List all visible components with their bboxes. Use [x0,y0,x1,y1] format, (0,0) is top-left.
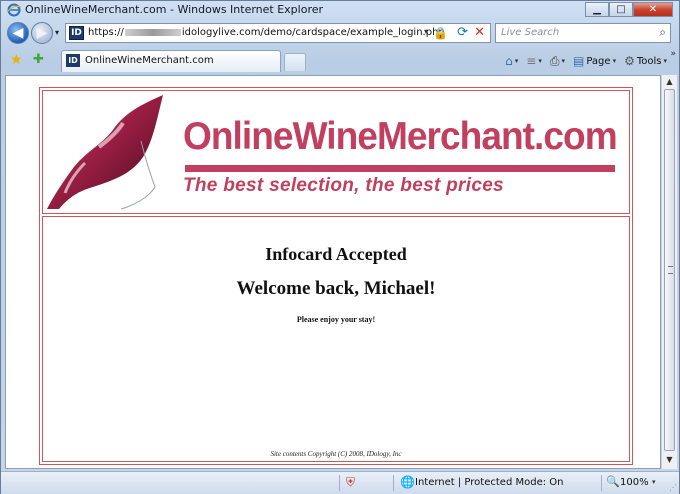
address-bar[interactable]: ID https:// idologylive.com/demo/cardspac… [65,23,491,43]
page-icon: ▤ [573,54,585,68]
wine-glass-logo-icon [47,95,163,210]
brand-underline [185,165,615,172]
copyright-text: Site contents Copyright (C) 2008, IDolog… [270,450,402,458]
lock-icon[interactable]: 🔒 [433,26,448,40]
close-button[interactable]: ✕ [633,2,673,17]
navigation-bar: ◀ ▶ ▾ ID https:// idologylive.com/demo/ca… [1,21,679,47]
scroll-down-icon[interactable]: ▼ [664,455,675,467]
gear-icon: ⚙ [624,54,635,68]
feeds-button[interactable]: ≡ ▾ [524,54,544,68]
recent-pages-dropdown-icon[interactable]: ▾ [55,28,59,37]
new-tab-button[interactable] [284,53,306,71]
search-input[interactable]: Live Search [501,27,559,38]
status-bar: ⛨ 🌐 Internet | Protected Mode: On 🔍 100%… [1,471,679,494]
content-panel: Infocard Accepted Welcome back, Michael!… [42,216,630,462]
print-button[interactable]: ⎙ ▾ [548,54,567,69]
redacted-url-segment [124,28,181,36]
zoom-level[interactable]: 100% [620,477,649,488]
tools-menu-button[interactable]: ⚙ Tools ▾ [622,54,669,68]
resize-grip-icon[interactable]: ⋰ [669,483,677,492]
back-button[interactable]: ◀ [7,22,29,44]
tab-favicon-icon: ID [66,54,80,67]
ie-logo-icon [7,3,21,17]
enjoy-message: Please enjoy your stay! [296,315,376,324]
maximize-button[interactable]: □ [609,2,633,17]
site-header: OnlineWineMerchant.com The best selectio… [42,90,630,214]
internet-zone-icon: 🌐 [400,475,415,489]
page-menu-label: Page [586,55,611,67]
url-prefix: https:// [88,27,124,38]
page-menu-button[interactable]: ▤ Page ▾ [571,54,618,68]
favorites-center-icon[interactable]: ★ [10,52,23,68]
search-box[interactable]: Live Search ⌕ [495,23,671,43]
window-controls: ▁ □ ✕ [585,2,673,18]
security-zone-text[interactable]: Internet | Protected Mode: On [415,477,563,488]
tools-dropdown-icon: ▾ [663,57,667,65]
vertical-scrollbar[interactable]: ▲ ▼ [661,75,677,469]
tab-label: OnlineWineMerchant.com [85,55,214,66]
stop-icon[interactable]: ✕ [474,25,485,40]
tab-bar: ★ ✚ ID OnlineWineMerchant.com ⌂ ▾ ≡ ▾ ⎙ … [1,49,679,73]
page-dropdown-icon: ▾ [612,57,617,65]
command-bar: ⌂ ▾ ≡ ▾ ⎙ ▾ ▤ Page ▾ ⚙ Tools ▾ [503,52,669,70]
url-suffix: idologylive.com/demo/cardspace/example_l… [181,27,445,38]
search-icon[interactable]: ⌕ [659,25,666,40]
window-title: OnlineWineMerchant.com - Windows Interne… [25,3,324,16]
feeds-dropdown-icon[interactable]: ▾ [538,57,542,65]
scroll-up-icon[interactable]: ▲ [664,77,675,89]
home-icon: ⌂ [505,54,513,68]
status-divider [339,475,340,491]
more-commands-icon[interactable]: » [670,49,676,59]
address-dropdown-icon[interactable]: ▾ [424,27,428,36]
home-dropdown-icon[interactable]: ▾ [515,57,519,65]
add-to-favorites-icon[interactable]: ✚ [33,52,44,67]
scrollbar-grip [668,266,673,274]
page-frame: OnlineWineMerchant.com The best selectio… [39,87,633,465]
title-bar: OnlineWineMerchant.com - Windows Interne… [1,1,679,19]
minimize-button[interactable]: ▁ [585,2,609,17]
status-divider [393,475,394,491]
brand-tagline: The best selection, the best prices [183,175,504,196]
phishing-filter-icon[interactable]: ⛨ [346,475,355,490]
page-viewport: OnlineWineMerchant.com The best selectio… [5,75,661,469]
site-favicon-icon: ID [69,26,84,40]
tools-menu-label: Tools [636,55,662,67]
zoom-dropdown-icon[interactable]: ▾ [652,478,656,486]
browser-window: OnlineWineMerchant.com - Windows Interne… [0,0,680,494]
address-url[interactable]: https:// idologylive.com/demo/cardspace/e… [88,27,445,38]
scrollbar-thumb[interactable] [664,89,675,451]
home-button[interactable]: ⌂ ▾ [503,54,520,68]
infocard-accepted-heading: Infocard Accepted [265,244,407,264]
tab-active[interactable]: ID OnlineWineMerchant.com [61,50,281,72]
welcome-heading: Welcome back, Michael! [236,278,436,299]
feeds-icon: ≡ [526,54,537,68]
zoom-icon[interactable]: 🔍 [606,475,620,488]
brand-logo-text: OnlineWineMerchant.com [183,115,618,158]
refresh-icon[interactable]: ⟳ [457,25,468,40]
status-divider [601,475,602,491]
forward-button[interactable]: ▶ [31,22,53,44]
print-icon: ⎙ [549,53,560,68]
print-dropdown-icon[interactable]: ▾ [561,57,565,65]
